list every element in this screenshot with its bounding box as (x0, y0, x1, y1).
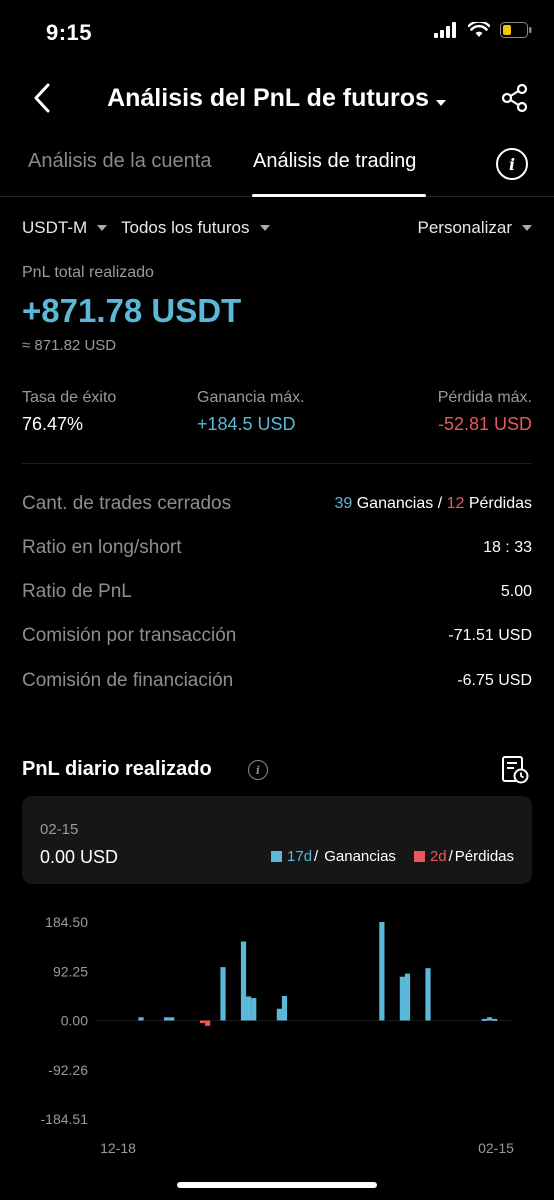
pnl-bar[interactable] (492, 1018, 498, 1021)
daily-pnl-title: PnL diario realizado (22, 758, 212, 780)
home-indicator (177, 1182, 377, 1188)
futures-filter[interactable]: Todos los futuros (121, 218, 270, 238)
pnl-ratio-row: Ratio de PnL 5.00 (22, 577, 532, 607)
legend-wins-swatch (271, 851, 283, 862)
caret-down-icon (522, 225, 532, 231)
win-rate-label: Tasa de éxito (22, 389, 117, 406)
pnl-bar[interactable] (425, 968, 431, 1021)
report-history-button[interactable] (500, 755, 530, 785)
signal-icon (434, 22, 456, 38)
page-title-dropdown[interactable]: Análisis del PnL de futuros (0, 84, 554, 114)
pnl-bar[interactable] (164, 1017, 170, 1021)
y-tick-label: 184.50 (45, 914, 88, 930)
legend-losses-swatch (413, 851, 425, 862)
legend-wins-label: Ganancias (324, 848, 396, 865)
caret-down-icon (259, 225, 270, 231)
pnl-bar[interactable] (220, 967, 226, 1021)
long-short-label: Ratio en long/short (22, 537, 182, 558)
closed-trades-label: Cant. de trades cerrados (22, 493, 232, 514)
total-pnl-value: +871.78 USDT (22, 292, 242, 329)
max-profit-label: Ganancia máx. (197, 389, 305, 406)
active-tab-indicator (252, 194, 426, 197)
legend-wins-days: 17d (287, 848, 313, 865)
fee-value: -71.51 USD (448, 627, 532, 644)
legend-losses-days: 2d (429, 848, 447, 865)
pnl-bar[interactable] (251, 998, 257, 1021)
max-profit-value: +184.5 USD (197, 414, 296, 434)
separator: / (437, 495, 443, 512)
customize-filter[interactable]: Personalizar (417, 218, 532, 238)
y-tick-label: 0.00 (61, 1013, 88, 1029)
long-short-value: 18 : 33 (483, 539, 532, 556)
pnl-bar[interactable] (138, 1017, 144, 1021)
y-tick-label: 92.25 (53, 963, 88, 979)
status-icons (434, 22, 532, 38)
wins-count: 39 (334, 495, 353, 512)
funding-label: Comisión de financiación (22, 670, 234, 691)
funding-value: -6.75 USD (457, 672, 532, 689)
legend-separator: / (448, 848, 453, 865)
selected-value: 0.00 USD (40, 847, 119, 867)
info-icon[interactable]: i (496, 148, 528, 180)
share-icon (501, 83, 528, 113)
legend-losses-label: Pérdidas (454, 848, 514, 865)
selected-date: 02-15 (40, 821, 79, 838)
battery-icon (500, 22, 532, 38)
legend-separator: / (314, 848, 319, 865)
caret-down-icon (435, 85, 447, 114)
y-tick-label: -184.51 (41, 1111, 89, 1127)
total-pnl-approx: ≈ 871.82 USD (22, 337, 117, 354)
info-icon[interactable]: i (248, 760, 268, 780)
caret-down-icon (97, 225, 108, 231)
divider (22, 463, 532, 464)
daily-pnl-card: 02-15 0.00 USD 17d / Ganancias 2d / Pérd… (22, 796, 532, 884)
fee-row: Comisión por transacción -71.51 USD (22, 621, 532, 651)
long-short-row: Ratio en long/short 18 : 33 (22, 533, 532, 563)
losses-count: 12 (446, 495, 465, 512)
pnl-bar[interactable] (404, 973, 411, 1021)
pnl-bar[interactable] (205, 1020, 211, 1026)
pnl-bar[interactable] (199, 1020, 206, 1024)
report-clock-icon (502, 756, 529, 784)
pnl-bar[interactable] (240, 941, 247, 1021)
page-title: Análisis del PnL de futuros (107, 84, 429, 112)
chart-legend: 17d / Ganancias 2d / Pérdidas (271, 848, 514, 865)
pnl-bar[interactable] (379, 922, 385, 1021)
tab-trading-analysis[interactable]: Análisis de trading (253, 150, 416, 173)
pnl-bar[interactable] (481, 1018, 487, 1021)
closed-trades-row: Cant. de trades cerrados 39 Ganancias / … (22, 489, 532, 519)
total-pnl-label: PnL total realizado (22, 264, 154, 281)
daily-pnl-chart[interactable]: 184.50 92.25 0.00 -92.26 -184.51 12-18 02-15 (0, 900, 554, 1170)
x-tick-label: 12-18 (100, 1140, 136, 1156)
tab-bar: Análisis de la cuenta Análisis de tradin… (0, 146, 554, 197)
pnl-ratio-label: Ratio de PnL (22, 581, 132, 602)
wifi-icon (468, 22, 490, 37)
pnl-bar[interactable] (281, 995, 288, 1021)
closed-trades-value: 39 Ganancias / 12 Pérdidas (334, 495, 532, 513)
customize-filter-label: Personalizar (417, 218, 513, 237)
share-button[interactable] (500, 82, 530, 114)
tab-account-analysis[interactable]: Análisis de la cuenta (28, 150, 211, 173)
win-rate-value: 76.47% (22, 414, 84, 434)
losses-label: Pérdidas (468, 495, 532, 512)
max-loss-value: -52.81 USD (437, 414, 532, 434)
wins-label: Ganancias (356, 495, 434, 512)
margin-filter[interactable]: USDT-M (22, 218, 108, 238)
pnl-bar[interactable] (169, 1017, 175, 1021)
status-time: 9:15 (46, 20, 93, 45)
pnl-bar[interactable] (399, 976, 405, 1021)
x-tick-label: 02-15 (478, 1140, 514, 1156)
max-loss-label: Pérdida máx. (437, 389, 532, 406)
y-tick-label: -92.26 (48, 1062, 88, 1078)
margin-filter-label: USDT-M (22, 218, 88, 237)
futures-filter-label: Todos los futuros (121, 218, 250, 237)
pnl-bar[interactable] (486, 1017, 493, 1021)
pnl-bar[interactable] (246, 996, 252, 1021)
funding-row: Comisión de financiación -6.75 USD (22, 666, 532, 696)
fee-label: Comisión por transacción (22, 625, 237, 646)
pnl-ratio-value: 5.00 (500, 583, 532, 600)
pnl-bar[interactable] (276, 1008, 282, 1021)
